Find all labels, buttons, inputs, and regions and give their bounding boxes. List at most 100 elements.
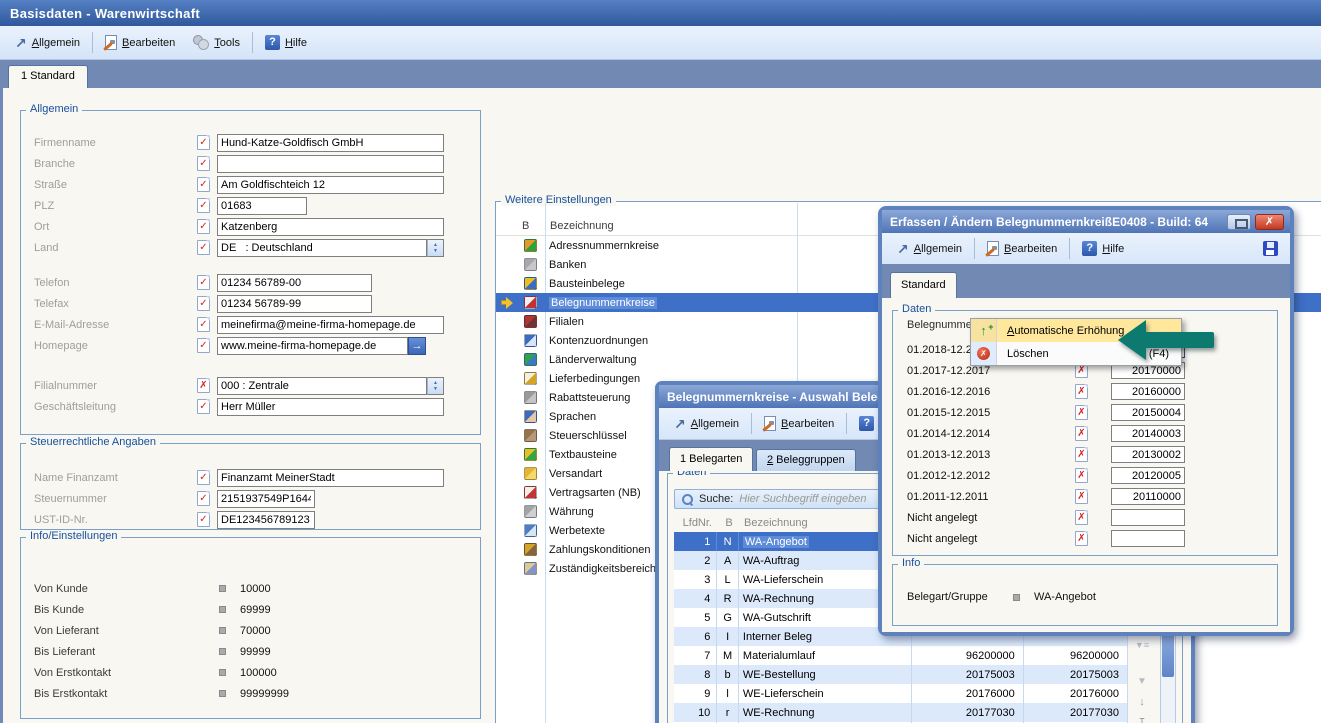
table-row-8[interactable]: 8bWE-Bestellung2017500320175003 xyxy=(674,665,1128,684)
belegnr-input[interactable]: 20130002 xyxy=(1111,446,1185,463)
field-input[interactable] xyxy=(217,197,307,215)
close-button[interactable]: ✗ xyxy=(1255,214,1284,230)
settings-item-label: Lieferbedingungen xyxy=(545,373,640,385)
field-label: Telefax xyxy=(34,298,197,310)
scroll-down-small-icon[interactable]: ▼ xyxy=(1130,676,1154,687)
sd-scrollbar-thumb[interactable] xyxy=(1162,633,1174,677)
doc-x-icon[interactable] xyxy=(1075,447,1088,462)
settings-item-icon xyxy=(524,448,537,461)
field-row: Land▲▼ xyxy=(34,238,480,257)
open-homepage-button[interactable]: → xyxy=(408,337,426,355)
menu-allgemein[interactable]: ↗ Allgemein xyxy=(6,34,89,52)
cell-bezeichnung-text: Interner Beleg xyxy=(743,631,812,643)
menu-item-loeschen[interactable]: ✗ Löschen (F4) xyxy=(971,342,1181,365)
doc-check-icon[interactable] xyxy=(197,317,210,332)
tab-standard[interactable]: 1 Standard xyxy=(8,65,88,88)
belegnr-input[interactable] xyxy=(1111,530,1185,547)
menu-bearbeiten[interactable]: Bearbeiten xyxy=(96,32,184,53)
edit-dialog-titlebar[interactable]: Erfassen / Ändern BelegnummernkreißE0408… xyxy=(882,210,1290,233)
menu-hilfe[interactable]: ? Hilfe xyxy=(256,32,316,53)
spinner-down-icon[interactable]: ▼ xyxy=(433,386,438,392)
tab-beleggruppen[interactable]: 2 Beleggruppen xyxy=(756,449,856,471)
field-input[interactable] xyxy=(217,295,372,313)
doc-x-icon[interactable] xyxy=(1075,405,1088,420)
doc-check-icon[interactable] xyxy=(197,338,210,353)
field-label: Geschäftsleitung xyxy=(34,401,197,413)
tab-standard-edit[interactable]: Standard xyxy=(890,272,957,298)
filter-icon[interactable]: ▼≡ xyxy=(1130,640,1154,650)
minimize-button[interactable] xyxy=(1227,214,1251,230)
doc-check-icon[interactable] xyxy=(197,470,210,485)
doc-x-icon[interactable] xyxy=(197,378,210,393)
table-row-10[interactable]: 10rWE-Rechnung2017703020177030 xyxy=(674,703,1128,722)
ed-menu-allgemein[interactable]: ↗ Allgemein xyxy=(888,240,971,258)
belegnr-input[interactable]: 20140003 xyxy=(1111,425,1185,442)
doc-x-icon[interactable] xyxy=(1075,468,1088,483)
steuer-field-input[interactable] xyxy=(217,469,444,487)
spinner-down-icon[interactable]: ▼ xyxy=(433,248,438,254)
field-input[interactable] xyxy=(217,377,427,395)
belegnr-input[interactable]: 20110000 xyxy=(1111,488,1185,505)
steuer-field-input[interactable] xyxy=(217,490,315,508)
info-row: Von Kunde10000 xyxy=(34,578,480,599)
field-input[interactable] xyxy=(217,134,444,152)
belegnr-input[interactable]: 20160000 xyxy=(1111,383,1185,400)
belegnr-input[interactable]: 20150004 xyxy=(1111,404,1185,421)
doc-check-icon[interactable] xyxy=(197,399,210,414)
sd-menu-allgemein[interactable]: ↗ Allgemein xyxy=(665,415,748,433)
steuer-field-input[interactable] xyxy=(217,511,315,529)
doc-check-icon[interactable] xyxy=(197,275,210,290)
ed-info-value: WA-Angebot xyxy=(1034,591,1096,603)
doc-x-icon[interactable] xyxy=(1075,510,1088,525)
info-rows: Von Kunde10000Bis Kunde69999Von Lieferan… xyxy=(21,578,480,704)
doc-check-icon[interactable] xyxy=(197,512,210,527)
doc-check-icon[interactable] xyxy=(197,491,210,506)
field-input[interactable] xyxy=(217,398,444,416)
belegnr-input[interactable]: 20120005 xyxy=(1111,467,1185,484)
settings-item-label: Steuerschlüssel xyxy=(545,430,627,442)
settings-item-icon xyxy=(524,372,537,385)
cell-number-2: 96200000 xyxy=(1024,646,1128,665)
sd-menu-bearbeiten[interactable]: Bearbeiten xyxy=(755,413,843,434)
doc-x-icon[interactable] xyxy=(1075,489,1088,504)
settings-item-icon xyxy=(524,277,537,290)
menu-tools[interactable]: Tools xyxy=(184,32,249,53)
doc-check-icon[interactable] xyxy=(197,177,210,192)
doc-check-icon[interactable] xyxy=(197,198,210,213)
field-input[interactable] xyxy=(217,337,408,355)
settings-item-text: Adressnummernkreise xyxy=(549,240,659,252)
field-input[interactable] xyxy=(217,239,427,257)
doc-check-icon[interactable] xyxy=(197,240,210,255)
scroll-down-icon[interactable]: ↓ xyxy=(1130,696,1154,708)
table-row-7[interactable]: 7MMaterialumlauf9620000096200000 xyxy=(674,646,1128,665)
cell-number-2: 20176000 xyxy=(1024,684,1128,703)
belegnr-range-label: 01.2012-12.2012 xyxy=(907,470,1075,482)
field-input[interactable] xyxy=(217,274,372,292)
cell-b: L xyxy=(717,570,739,589)
ed-menu-hilfe[interactable]: ? Hilfe xyxy=(1073,238,1133,259)
field-input[interactable] xyxy=(217,155,444,173)
field-input[interactable] xyxy=(217,176,444,194)
doc-check-icon[interactable] xyxy=(197,135,210,150)
field-row: Telefax xyxy=(34,294,480,313)
belegnr-input[interactable] xyxy=(1111,509,1185,526)
delete-icon: ✗ xyxy=(977,347,990,360)
menu-item-automatische-erhoehung[interactable]: ↑ Automatische Erhöhung xyxy=(971,319,1181,342)
save-icon[interactable] xyxy=(1263,241,1278,256)
doc-x-icon[interactable] xyxy=(1075,426,1088,441)
doc-check-icon[interactable] xyxy=(197,296,210,311)
doc-x-icon[interactable] xyxy=(1075,384,1088,399)
field-input[interactable] xyxy=(217,316,444,334)
spinner-control[interactable]: ▲▼ xyxy=(427,377,444,395)
doc-x-icon[interactable] xyxy=(1075,531,1088,546)
ed-info-title: Info xyxy=(898,557,924,569)
doc-check-icon[interactable] xyxy=(197,156,210,171)
settings-item-text: Länderverwaltung xyxy=(549,354,636,366)
spinner-control[interactable]: ▲▼ xyxy=(427,239,444,257)
field-input[interactable] xyxy=(217,218,444,236)
tab-belegarten[interactable]: 1 Belegarten xyxy=(669,447,753,471)
table-row-9[interactable]: 9lWE-Lieferschein2017600020176000 xyxy=(674,684,1128,703)
scroll-end-icon[interactable]: ↧ xyxy=(1130,716,1154,723)
ed-menu-bearbeiten[interactable]: Bearbeiten xyxy=(978,238,1066,259)
doc-check-icon[interactable] xyxy=(197,219,210,234)
